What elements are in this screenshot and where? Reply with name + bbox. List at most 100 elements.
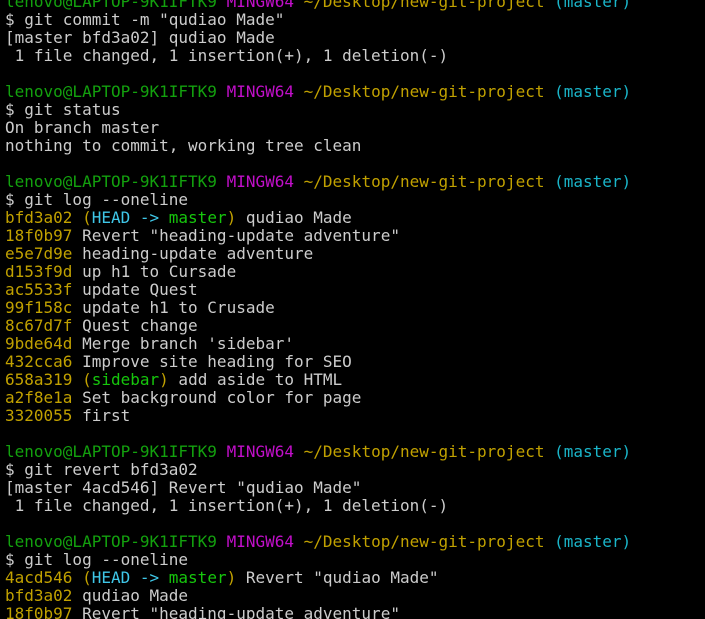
text-segment: $ git status	[5, 100, 121, 119]
text-segment: )	[159, 370, 169, 389]
log-entry: 9bde64d Merge branch 'sidebar'	[5, 335, 695, 353]
log-entry: 99f158c update h1 to Crusade	[5, 299, 695, 317]
head-ref: HEAD ->	[91, 208, 169, 227]
commit-hash: a2f8e1a	[5, 388, 73, 407]
text-segment: add aside to HTML	[168, 370, 343, 389]
working-path: ~/Desktop/new-git-project	[303, 442, 545, 461]
commit-hash: bfd3a02	[5, 208, 73, 227]
output-line: nothing to commit, working tree clean	[5, 137, 695, 155]
branch-prompt: (master)	[554, 0, 632, 11]
command-line: $ git log --oneline	[5, 191, 695, 209]
text-segment: (	[82, 370, 92, 389]
working-path: ~/Desktop/new-git-project	[303, 82, 545, 101]
commit-hash: 99f158c	[5, 298, 73, 317]
text-segment: nothing to commit, working tree clean	[5, 136, 362, 155]
log-entry: e5e7d9e heading-update adventure	[5, 245, 695, 263]
output-line: [master bfd3a02] qudiao Made	[5, 29, 695, 47]
prompt-line: lenovo@LAPTOP-9K1IFTK9 MINGW64 ~/Desktop…	[5, 443, 695, 461]
user-host: lenovo@LAPTOP-9K1IFTK9	[5, 442, 217, 461]
working-path: ~/Desktop/new-git-project	[303, 172, 545, 191]
terminal-output: lenovo@LAPTOP-9K1IFTK9 MINGW64 ~/Desktop…	[5, 0, 695, 619]
log-entry: ac5533f update Quest	[5, 281, 695, 299]
text-segment: update Quest	[72, 280, 198, 299]
commit-hash: 18f0b97	[5, 226, 73, 245]
text-segment: qudiao Made	[72, 586, 189, 605]
text-segment	[544, 82, 554, 101]
text-segment	[544, 172, 554, 191]
output-line: 1 file changed, 1 insertion(+), 1 deleti…	[5, 47, 695, 65]
text-segment: Improve site heading for SEO	[72, 352, 352, 371]
text-segment: $ git commit -m "qudiao Made"	[5, 10, 285, 29]
log-entry: 4acd546 (HEAD -> master) Revert "qudiao …	[5, 569, 695, 587]
text-segment: )	[226, 568, 237, 587]
text-segment	[72, 208, 82, 227]
log-entry: 432cca6 Improve site heading for SEO	[5, 353, 695, 371]
commit-hash: 9bde64d	[5, 334, 73, 353]
commit-hash: 3320055	[5, 406, 73, 425]
terminal-window[interactable]: lenovo@LAPTOP-9K1IFTK9 MINGW64 ~/Desktop…	[0, 0, 705, 619]
commit-hash: bfd3a02	[5, 586, 73, 605]
user-host: lenovo@LAPTOP-9K1IFTK9	[5, 172, 217, 191]
commit-hash: 8c67d7f	[5, 316, 73, 335]
text-segment: first	[72, 406, 131, 425]
text-segment	[217, 532, 227, 551]
text-segment: $ git log --oneline	[5, 190, 189, 209]
text-segment	[294, 172, 304, 191]
commit-hash: e5e7d9e	[5, 244, 73, 263]
text-segment	[217, 172, 227, 191]
user-host: lenovo@LAPTOP-9K1IFTK9	[5, 82, 217, 101]
text-segment	[217, 442, 227, 461]
log-entry: 658a319 (sidebar) add aside to HTML	[5, 371, 695, 389]
branch-prompt: (master)	[554, 532, 632, 551]
text-segment: Revert "qudiao Made"	[236, 568, 439, 587]
log-entry: d153f9d up h1 to Cursade	[5, 263, 695, 281]
text-segment: [master bfd3a02] qudiao Made	[5, 28, 275, 47]
mingw-label: MINGW64	[226, 172, 294, 191]
user-host: lenovo@LAPTOP-9K1IFTK9	[5, 532, 217, 551]
log-entry: a2f8e1a Set background color for page	[5, 389, 695, 407]
output-line: 1 file changed, 1 insertion(+), 1 deleti…	[5, 497, 695, 515]
mingw-label: MINGW64	[226, 82, 294, 101]
text-segment: )	[226, 208, 237, 227]
text-segment: (	[82, 208, 92, 227]
text-segment: Set background color for page	[72, 388, 362, 407]
text-segment: 1 file changed, 1 insertion(+), 1 deleti…	[5, 46, 449, 65]
branch-prompt: (master)	[554, 172, 632, 191]
commit-hash: 4acd546	[5, 568, 73, 587]
text-segment: qudiao Made	[236, 208, 352, 227]
text-segment	[72, 370, 82, 389]
text-segment	[544, 532, 554, 551]
text-segment: 1 file changed, 1 insertion(+), 1 deleti…	[5, 496, 449, 515]
commit-hash: 18f0b97	[5, 604, 73, 619]
commit-hash: ac5533f	[5, 280, 73, 299]
log-entry: 18f0b97 Revert "heading-update adventure…	[5, 227, 695, 245]
text-segment: Merge branch 'sidebar'	[72, 334, 294, 353]
text-segment: [master 4acd546] Revert "qudiao Made"	[5, 478, 362, 497]
text-segment: $ git log --oneline	[5, 550, 189, 569]
text-segment: Quest change	[72, 316, 198, 335]
text-segment	[294, 442, 304, 461]
branch-ref: sidebar	[91, 370, 160, 389]
mingw-label: MINGW64	[226, 442, 294, 461]
branch-ref: master	[168, 208, 227, 227]
text-segment	[217, 82, 227, 101]
text-segment	[544, 442, 554, 461]
branch-prompt: (master)	[554, 442, 632, 461]
head-ref: HEAD ->	[91, 568, 169, 587]
output-line: [master 4acd546] Revert "qudiao Made"	[5, 479, 695, 497]
log-entry: 8c67d7f Quest change	[5, 317, 695, 335]
text-segment	[294, 82, 304, 101]
command-line: $ git status	[5, 101, 695, 119]
text-segment	[294, 0, 304, 11]
text-segment: On branch master	[5, 118, 160, 137]
mingw-label: MINGW64	[226, 532, 294, 551]
text-segment: Revert "heading-update adventure"	[72, 604, 400, 619]
log-entry: bfd3a02 (HEAD -> master) qudiao Made	[5, 209, 695, 227]
text-segment: heading-update adventure	[72, 244, 314, 263]
commit-hash: d153f9d	[5, 262, 73, 281]
text-segment: $ git revert bfd3a02	[5, 460, 198, 479]
text-segment: (	[82, 568, 92, 587]
